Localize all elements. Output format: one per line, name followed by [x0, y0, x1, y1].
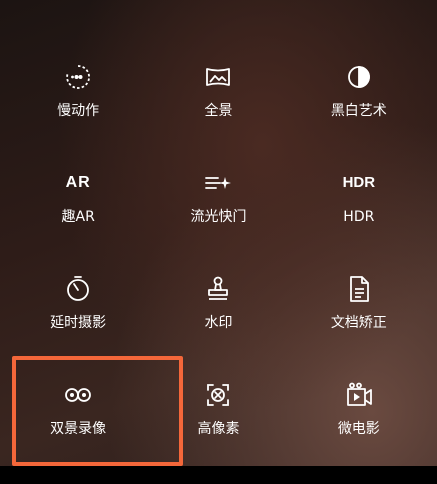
mode-timelapse[interactable]: 延时摄影 [8, 252, 148, 358]
high-resolution-icon [207, 384, 230, 406]
black-white-icon [347, 66, 370, 88]
hdr-icon: HDR [342, 174, 376, 191]
camera-more-modes-panel: 慢动作 全景 黑白艺术 AR 趣AR 流光快门 HDR HDR 延时摄影 水印 … [0, 0, 437, 484]
dual-view-icon [65, 388, 92, 402]
slow-motion-icon [66, 65, 91, 89]
mode-label: 黑白艺术 [330, 103, 387, 119]
mode-dual-view[interactable]: 双景录像 [8, 358, 148, 464]
mode-light-trail[interactable]: 流光快门 [148, 146, 288, 252]
mode-ar[interactable]: AR 趣AR [8, 146, 148, 252]
mode-panorama[interactable]: 全景 [148, 40, 288, 146]
mode-label: 延时摄影 [50, 315, 107, 331]
mode-high-resolution[interactable]: 高像素 [148, 358, 288, 464]
mode-label: 慢动作 [57, 103, 100, 119]
mode-document[interactable]: 文档矫正 [289, 252, 429, 358]
mode-label: 高像素 [197, 421, 240, 437]
micro-movie-icon [346, 382, 372, 406]
mode-label: HDR [343, 209, 375, 225]
mode-label: 微电影 [337, 421, 380, 437]
mode-grid: 慢动作 全景 黑白艺术 AR 趣AR 流光快门 HDR HDR 延时摄影 水印 … [8, 40, 429, 464]
mode-label: 双景录像 [50, 421, 107, 437]
mode-label: 趣AR [61, 209, 95, 225]
mode-watermark[interactable]: 水印 [148, 252, 288, 358]
stamp-icon [208, 276, 229, 300]
light-trail-icon [205, 177, 232, 189]
bottom-bar [0, 466, 437, 484]
mode-black-white[interactable]: 黑白艺术 [289, 40, 429, 146]
document-icon [349, 276, 369, 302]
ar-icon: AR [65, 174, 91, 191]
mode-label: 文档矫正 [330, 315, 387, 331]
timelapse-icon [67, 276, 90, 301]
mode-slow-motion[interactable]: 慢动作 [8, 40, 148, 146]
mode-label: 流光快门 [190, 209, 247, 225]
mode-micro-movie[interactable]: 微电影 [289, 358, 429, 464]
panorama-icon [206, 68, 231, 86]
mode-label: 水印 [204, 315, 233, 331]
mode-hdr[interactable]: HDR HDR [289, 146, 429, 252]
mode-label: 全景 [204, 103, 233, 119]
